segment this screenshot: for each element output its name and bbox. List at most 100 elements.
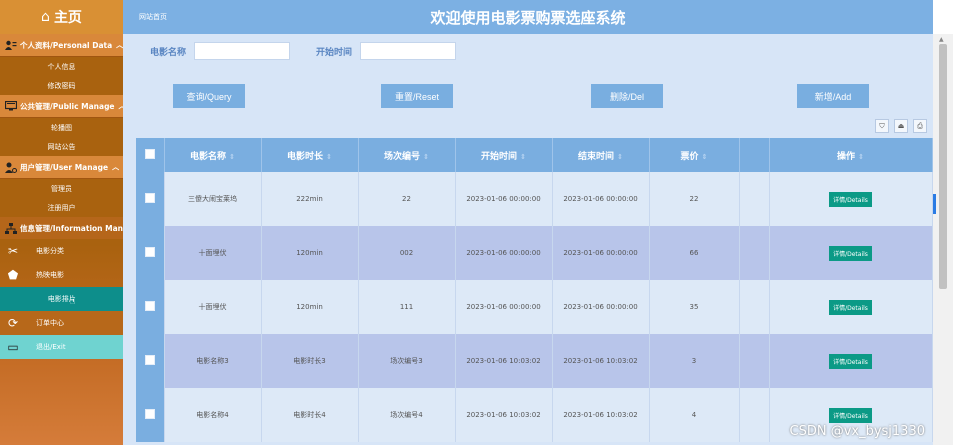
blank-cell	[739, 280, 770, 334]
sidebar-item-registered-users[interactable]: 注册用户	[0, 198, 123, 217]
start-time-cell: 2023-01-06 10:03:02	[455, 388, 553, 442]
col-movie-name[interactable]: 电影名称 ⇕	[164, 138, 262, 172]
row-checkbox[interactable]	[144, 247, 155, 257]
row-checkbox-cell[interactable]	[136, 388, 165, 442]
group-public-label: 公共管理/Public Manage	[20, 101, 115, 111]
add-button[interactable]: 新增/Add	[797, 84, 869, 108]
delete-button[interactable]: 删除/Del	[591, 84, 663, 108]
schedule-table: 电影名称 ⇕ 电影时长 ⇕ 场次编号 ⇕ 开始时间 ⇕ 结束时间 ⇕ 票价 ⇕ 操作 ⇕ 三傻…	[136, 138, 933, 442]
sidebar-item-announcement[interactable]: 网站公告	[0, 137, 123, 156]
movie-name-cell: 电影名称3	[164, 334, 262, 388]
sidebar-item-movie-schedule[interactable]: 电影排片 ☝	[0, 287, 123, 311]
scroll-marker	[933, 194, 936, 214]
tools-icon: ✂	[7, 244, 19, 258]
col-blank	[739, 138, 770, 172]
filter-icon[interactable]: ⛉	[875, 119, 889, 133]
row-checkbox-cell[interactable]	[136, 226, 165, 280]
sidebar-item-carousel[interactable]: 轮播图	[0, 118, 123, 137]
sidebar-item-order-center[interactable]: ⟳ 订单中心	[0, 311, 123, 335]
group-user-label: 用户管理/User Manage	[20, 162, 109, 172]
monitor-icon	[5, 100, 17, 112]
home-link[interactable]: ⌂ 主页	[0, 0, 123, 34]
row-checkbox[interactable]	[144, 355, 155, 365]
select-all-checkbox-cell[interactable]	[136, 138, 165, 172]
print-icon[interactable]: ⎙	[913, 119, 927, 133]
table-row[interactable]: 十面埋伏 120min 111 2023-01-06 00:00:00 2023-01-…	[136, 280, 933, 334]
details-button[interactable]: 详情/Details	[829, 191, 872, 207]
home-label: 主页	[53, 10, 82, 26]
reset-button[interactable]: 重置/Reset	[381, 84, 453, 108]
group-information-manage[interactable]: 信息管理/Information Manage	[0, 217, 123, 239]
scrollbar-thumb[interactable]	[939, 44, 947, 289]
duration-cell: 222min	[261, 172, 359, 226]
actions-cell: 详情/Details	[769, 226, 933, 280]
sidebar-item-exit[interactable]: ▭ 退出/Exit	[0, 335, 123, 359]
movie-name-cell: 三傻大闹宝莱坞	[164, 172, 262, 226]
session-no-cell: 002	[358, 226, 456, 280]
query-button[interactable]: 查询/Query	[173, 84, 245, 108]
sidebar-item-movie-category[interactable]: ✂ 电影分类	[0, 239, 123, 263]
details-button[interactable]: 详情/Details	[829, 245, 872, 261]
details-button[interactable]: 详情/Details	[829, 407, 872, 423]
sidebar-item-admin[interactable]: 管理员	[0, 179, 123, 198]
row-checkbox-cell[interactable]	[136, 280, 165, 334]
duration-cell: 120min	[261, 226, 359, 280]
sidebar-item-change-password[interactable]: 修改密码	[0, 76, 123, 95]
col-price[interactable]: 票价 ⇕	[649, 138, 740, 172]
details-button[interactable]: 详情/Details	[829, 299, 872, 315]
page-title: 欢迎使用电影票购票选座系统	[430, 8, 626, 27]
details-button[interactable]: 详情/Details	[829, 353, 872, 369]
end-time-cell: 2023-01-06 10:03:02	[552, 388, 650, 442]
table-toolbar: ⛉ ⏏ ⎙	[875, 119, 927, 133]
start-time-cell: 2023-01-06 00:00:00	[455, 172, 553, 226]
header: 网站首页 欢迎使用电影票购票选座系统	[123, 0, 933, 34]
actions-cell: 详情/Details	[769, 280, 933, 334]
duration-cell: 120min	[261, 280, 359, 334]
group-personal-data[interactable]: 个人资料/Personal Data ︿	[0, 34, 123, 57]
blank-cell	[739, 226, 770, 280]
row-checkbox-cell[interactable]	[136, 172, 165, 226]
blank-cell	[739, 388, 770, 442]
col-duration[interactable]: 电影时长 ⇕	[261, 138, 359, 172]
col-start-time[interactable]: 开始时间 ⇕	[455, 138, 553, 172]
scrollbar[interactable]: ▲	[933, 34, 953, 445]
table-row[interactable]: 十面埋伏 120min 002 2023-01-06 00:00:00 2023-01-…	[136, 226, 933, 280]
start-time-input[interactable]	[360, 42, 457, 60]
row-checkbox-cell[interactable]	[136, 334, 165, 388]
group-user-manage[interactable]: 用户管理/User Manage ︿	[0, 156, 123, 179]
price-cell: 4	[649, 388, 740, 442]
movie-name-input[interactable]	[194, 42, 291, 60]
sidebar: ⌂ 主页 个人资料/Personal Data ︿ 个人信息 修改密码 公共管理…	[0, 0, 123, 445]
row-checkbox[interactable]	[144, 301, 155, 311]
row-checkbox[interactable]	[144, 409, 155, 419]
scroll-up-icon[interactable]: ▲	[939, 36, 944, 43]
session-no-cell: 场次编号3	[358, 334, 456, 388]
sidebar-item-personal-info[interactable]: 个人信息	[0, 57, 123, 76]
table-row[interactable]: 三傻大闹宝莱坞 222min 22 2023-01-06 00:00:00 2023-0…	[136, 172, 933, 226]
select-all-checkbox[interactable]	[144, 148, 155, 159]
group-public-manage[interactable]: 公共管理/Public Manage ︿	[0, 95, 123, 118]
price-cell: 22	[649, 172, 740, 226]
main-content: 电影名称 开始时间 查询/Query 重置/Reset 删除/Del 新增/Ad…	[123, 34, 933, 445]
duration-cell: 电影时长4	[261, 388, 359, 442]
table-row[interactable]: 电影名称3 电影时长3 场次编号3 2023-01-06 10:03:02 2023-0…	[136, 334, 933, 388]
group-personal-label: 个人资料/Personal Data	[20, 40, 113, 50]
hand-cursor-icon: ☝	[69, 297, 76, 307]
table-header-row: 电影名称 ⇕ 电影时长 ⇕ 场次编号 ⇕ 开始时间 ⇕ 结束时间 ⇕ 票价 ⇕ 操作 ⇕	[136, 138, 933, 172]
row-checkbox[interactable]	[144, 193, 155, 203]
end-time-cell: 2023-01-06 10:03:02	[552, 334, 650, 388]
col-end-time[interactable]: 结束时间 ⇕	[552, 138, 650, 172]
col-session-no[interactable]: 场次编号 ⇕	[358, 138, 456, 172]
sidebar-item-hot-movies[interactable]: ⬟ 热映电影	[0, 263, 123, 287]
sort-icon: ⇕	[326, 152, 332, 161]
start-time-cell: 2023-01-06 00:00:00	[455, 280, 553, 334]
home-icon: ⌂	[41, 9, 50, 25]
session-no-cell: 22	[358, 172, 456, 226]
user-gear-icon	[5, 161, 17, 173]
chevron-up-icon: ︿	[112, 163, 120, 171]
actions-cell: 详情/Details	[769, 334, 933, 388]
export-icon[interactable]: ⏏	[894, 119, 908, 133]
laptop-icon: ▭	[7, 340, 19, 354]
duration-cell: 电影时长3	[261, 334, 359, 388]
session-no-cell: 111	[358, 280, 456, 334]
